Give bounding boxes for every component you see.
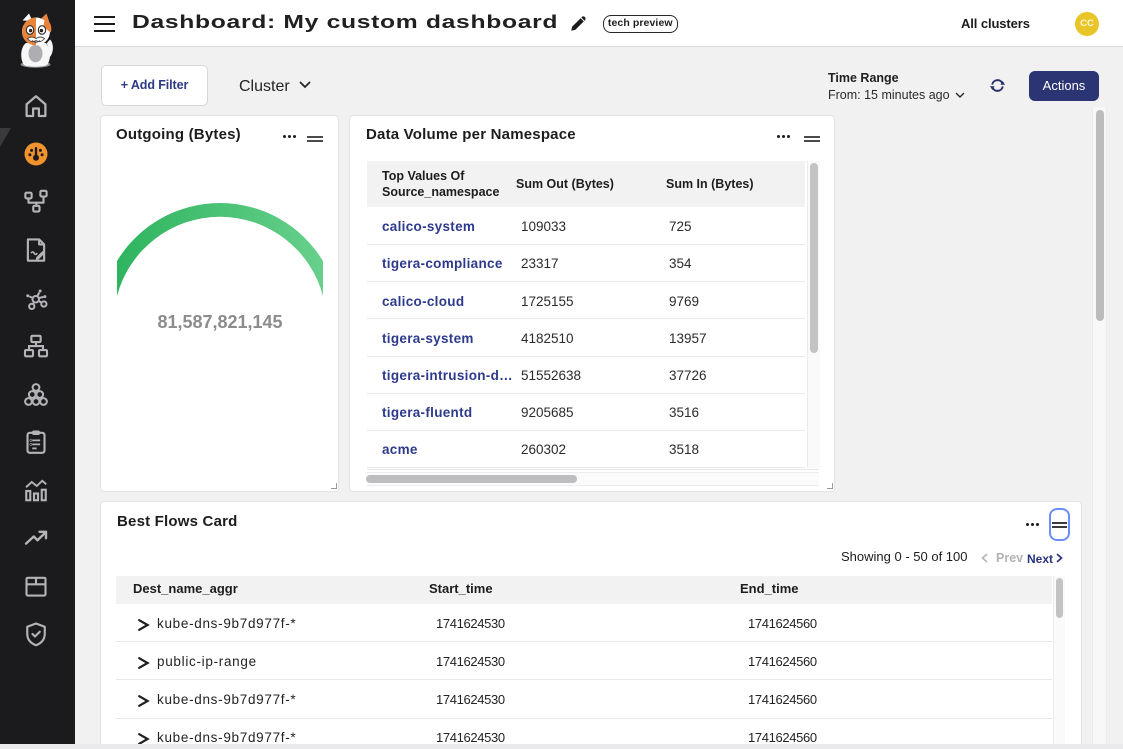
svg-text:81,587,821,145: 81,587,821,145 — [157, 312, 282, 332]
